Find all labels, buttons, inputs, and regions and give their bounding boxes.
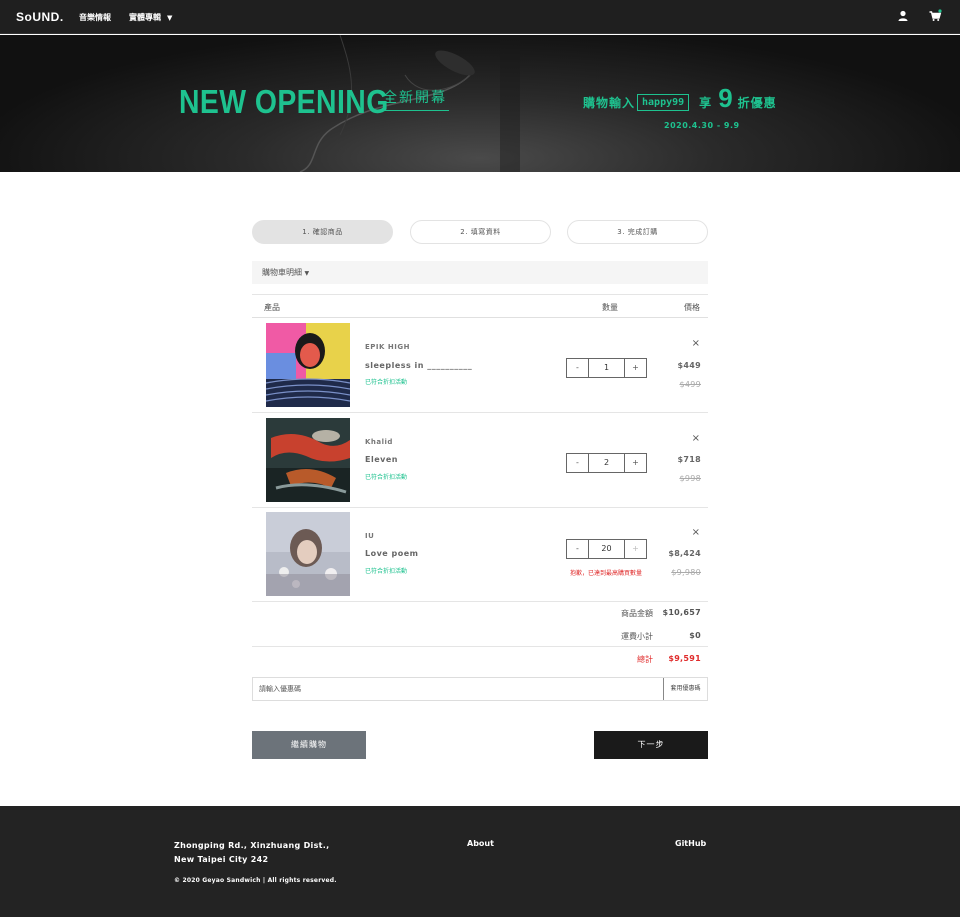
step-complete-order: 3. 完成訂購 <box>567 220 708 244</box>
quantity-minus-button[interactable]: - <box>567 454 589 472</box>
quantity-value[interactable]: 1 <box>589 359 624 377</box>
shipping-label: 運費小計 <box>621 632 653 641</box>
total-label: 總計 <box>637 655 653 664</box>
shipping-value: $0 <box>689 631 701 640</box>
user-icon[interactable] <box>896 9 910 23</box>
quantity-value[interactable]: 20 <box>589 540 624 558</box>
promo-text: 購物輸入 happy99 享 9 折優惠 <box>583 83 777 114</box>
step-confirm-items: 1. 確認商品 <box>252 220 393 244</box>
cart-item-row: IU Love poem 已符合折扣活動 - 20 + 抱歉，已達到最高購買數量… <box>252 507 708 602</box>
item-original-price: $499 <box>679 380 701 389</box>
cart-details-toggle[interactable]: 購物車明細 ▼ <box>252 261 708 284</box>
site-logo[interactable]: SoUND. <box>16 10 64 24</box>
quantity-plus-button[interactable]: + <box>624 454 646 472</box>
footer-address: Zhongping Rd., Xinzhuang Dist., New Taip… <box>174 839 329 867</box>
banner-headline: NEW OPENING <box>179 83 389 120</box>
quantity-value[interactable]: 2 <box>589 454 624 472</box>
total-value: $9,591 <box>668 654 701 663</box>
cart-icon[interactable] <box>928 9 942 23</box>
step-fill-info: 2. 填寫資料 <box>410 220 551 244</box>
album-cover-image[interactable] <box>266 418 350 502</box>
cart-item-row: Khalid Eleven 已符合折扣活動 - 2 + × $718 $998 <box>252 413 708 508</box>
continue-shopping-button[interactable]: 繼續購物 <box>252 731 366 759</box>
item-artist: Khalid <box>365 438 393 446</box>
item-album[interactable]: Love poem <box>365 549 419 558</box>
banner-subheadline: 全新開幕 <box>383 87 449 111</box>
shipping-row: 運費小計 $0 <box>252 624 708 647</box>
cart-details-label: 購物車明細 <box>262 268 302 277</box>
promo-banner: NEW OPENING 全新開幕 購物輸入 happy99 享 9 折優惠 20… <box>0 35 960 172</box>
quantity-stepper: - 2 + <box>566 453 647 473</box>
remove-item-icon[interactable]: × <box>692 338 700 349</box>
header-quantity: 數量 <box>602 303 618 312</box>
item-price: $449 <box>677 361 701 370</box>
promo-mid: 享 <box>699 96 713 110</box>
quantity-plus-button[interactable]: + <box>624 540 646 558</box>
coupon-form: 套用優惠碼 <box>252 677 708 701</box>
item-discount-note: 已符合折扣活動 <box>365 568 408 575</box>
promo-suffix: 折優惠 <box>737 96 777 110</box>
promo-prefix: 購物輸入 <box>583 96 636 110</box>
subtotal-value: $10,657 <box>662 608 701 617</box>
remove-item-icon[interactable]: × <box>692 433 700 444</box>
nav-link-albums[interactable]: 實體專輯 ▼ <box>129 12 172 23</box>
max-quantity-warning: 抱歉，已達到最高購買數量 <box>570 570 643 577</box>
top-navbar: SoUND. 音樂情報 實體專輯 ▼ <box>0 0 960 34</box>
remove-item-icon[interactable]: × <box>692 527 700 538</box>
next-step-button[interactable]: 下一步 <box>594 731 708 759</box>
promo-number: 9 <box>718 83 734 113</box>
item-artist: IU <box>365 532 375 540</box>
item-original-price: $9,980 <box>671 568 701 577</box>
item-album[interactable]: Eleven <box>365 455 398 464</box>
subtotal-label: 商品金額 <box>621 609 653 618</box>
nav-link-albums-label: 實體專輯 <box>129 13 161 22</box>
item-discount-note: 已符合折扣活動 <box>365 379 408 386</box>
quantity-stepper: - 20 + <box>566 539 647 559</box>
quantity-minus-button[interactable]: - <box>567 359 589 377</box>
apply-coupon-button[interactable]: 套用優惠碼 <box>663 678 707 700</box>
item-artist: EPIK HIGH <box>365 343 410 351</box>
quantity-minus-button[interactable]: - <box>567 540 589 558</box>
cart-item-row: EPIK HIGH sleepless in __________ 已符合折扣活… <box>252 318 708 413</box>
cart-table-header: 產品 數量 價格 <box>252 294 708 318</box>
subtotal-row: 商品金額 $10,657 <box>252 601 708 624</box>
coupon-input[interactable] <box>253 678 663 700</box>
promo-dates: 2020.4.30 - 9.9 <box>664 121 740 130</box>
item-price: $8,424 <box>668 549 701 558</box>
quantity-plus-button[interactable]: + <box>624 359 646 377</box>
total-row: 總計 $9,591 <box>252 646 708 669</box>
chevron-down-icon: ▼ <box>167 14 173 22</box>
microphone-image <box>299 35 520 172</box>
item-original-price: $998 <box>679 474 701 483</box>
header-price: 價格 <box>684 303 700 312</box>
item-discount-note: 已符合折扣活動 <box>365 474 408 481</box>
header-product: 產品 <box>264 303 280 312</box>
footer-address-line1: Zhongping Rd., Xinzhuang Dist., <box>174 841 330 850</box>
caret-down-icon: ▼ <box>304 270 310 277</box>
footer-about-link[interactable]: About <box>467 839 494 848</box>
item-album[interactable]: sleepless in __________ <box>365 361 472 370</box>
footer-copyright: © 2020 Geyao Sandwich | All rights reser… <box>174 877 337 884</box>
nav-link-music-news[interactable]: 音樂情報 <box>79 12 111 23</box>
footer-github-link[interactable]: GitHub <box>675 839 706 848</box>
promo-code: happy99 <box>637 94 690 111</box>
footer: Zhongping Rd., Xinzhuang Dist., New Taip… <box>0 806 960 917</box>
item-price: $718 <box>677 455 701 464</box>
album-cover-image[interactable] <box>266 323 350 407</box>
quantity-stepper: - 1 + <box>566 358 647 378</box>
footer-address-line2: New Taipei City 242 <box>174 855 269 864</box>
album-cover-image[interactable] <box>266 512 350 596</box>
